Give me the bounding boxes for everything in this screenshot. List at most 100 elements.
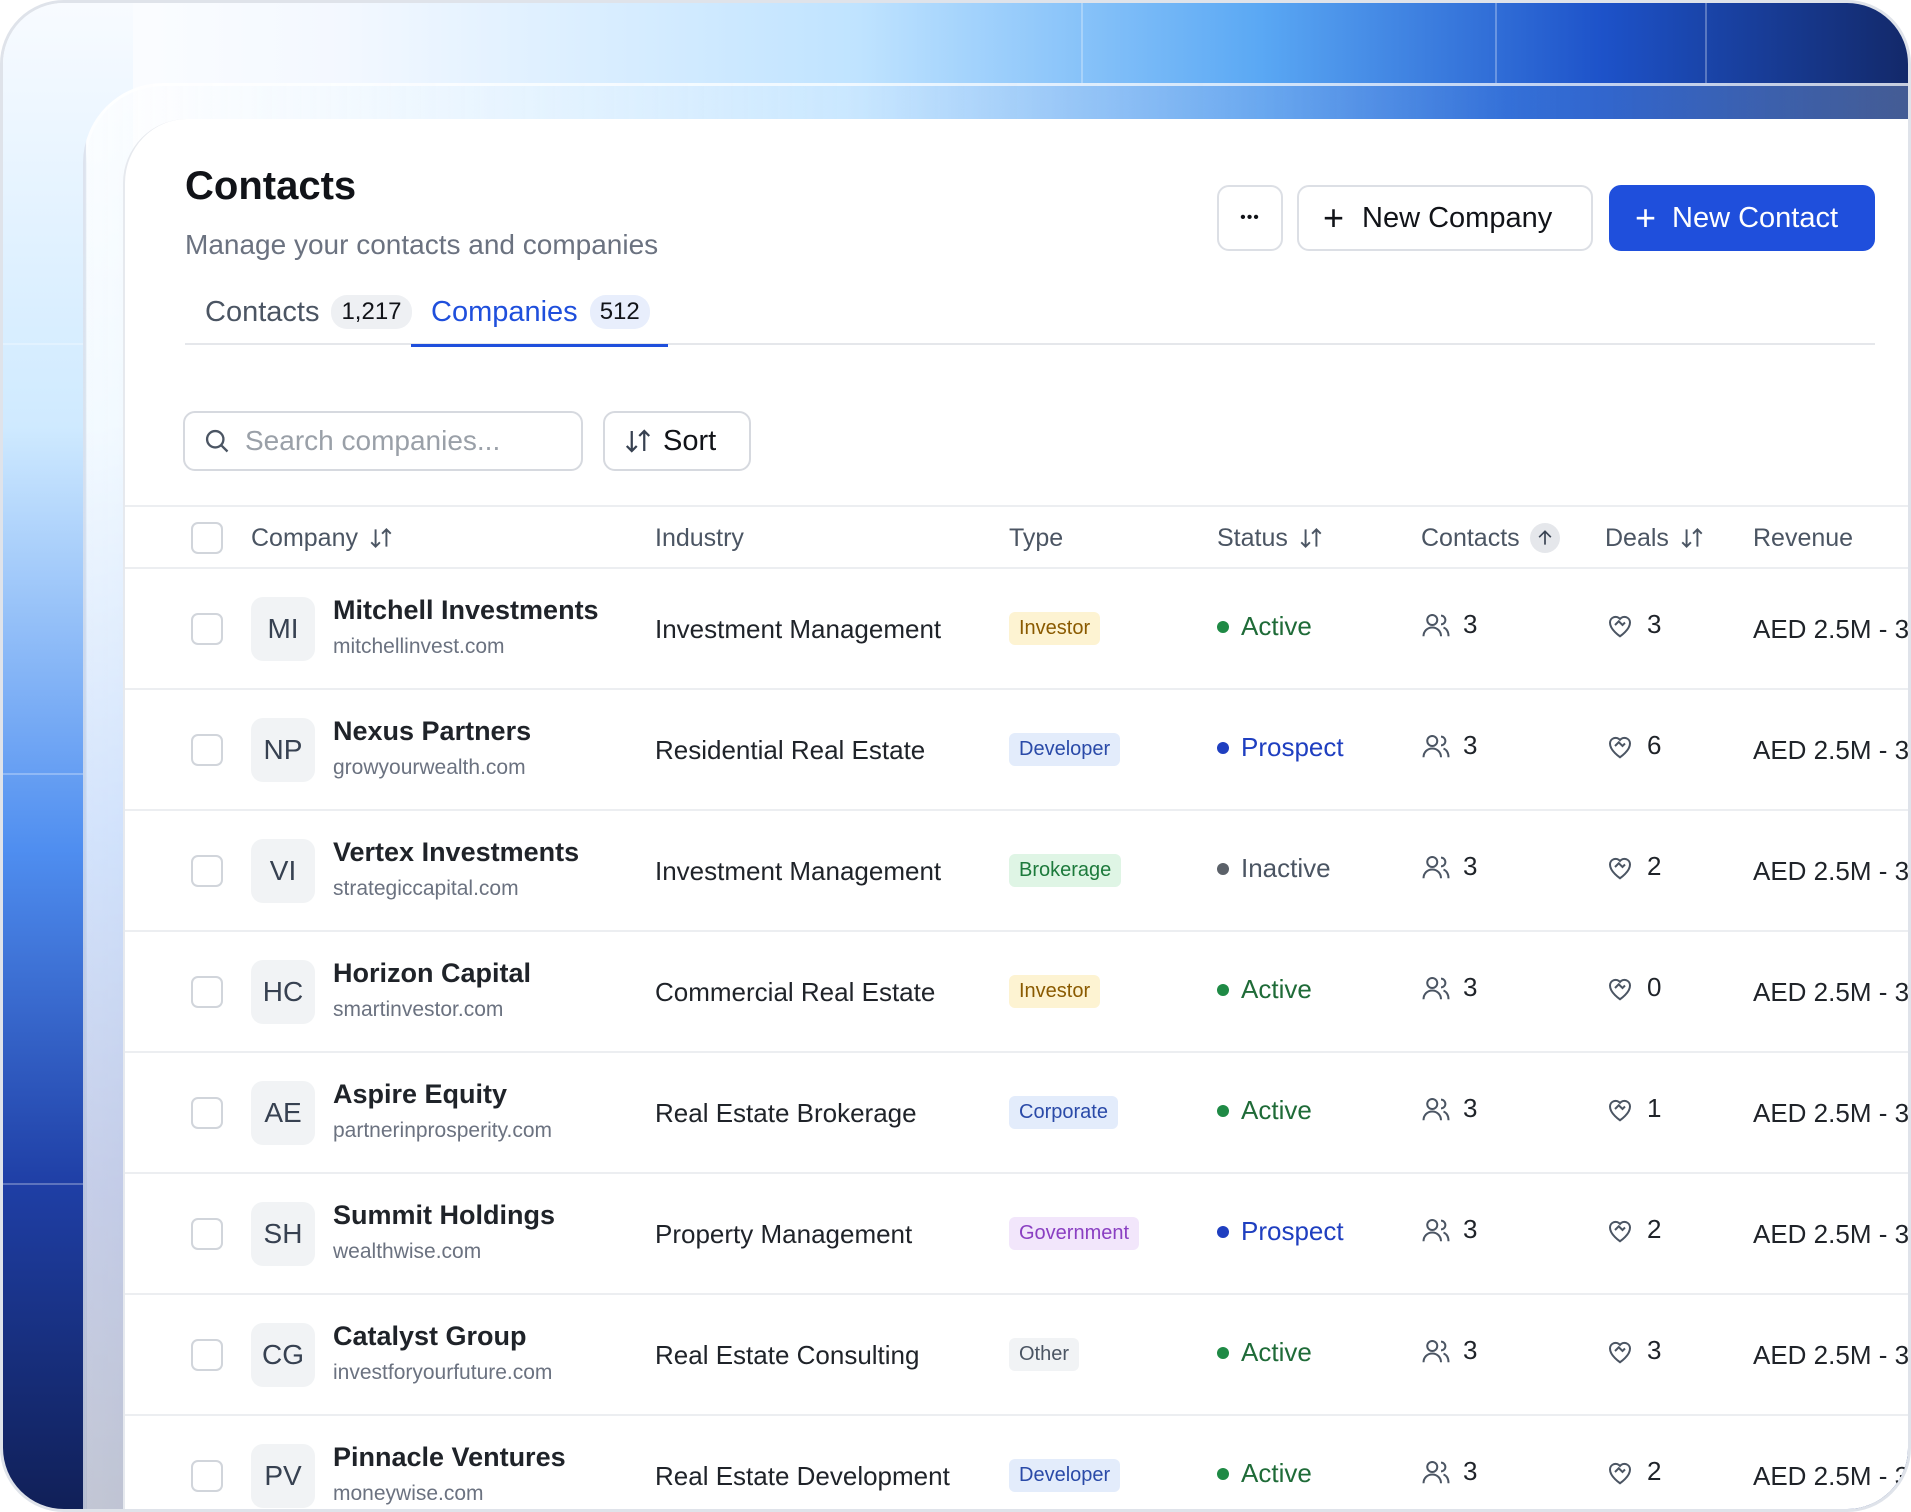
status-cell: Active [1217, 1458, 1312, 1489]
company-name[interactable]: Aspire Equity [333, 1079, 507, 1110]
search-box[interactable] [183, 411, 583, 471]
contacts-count: 3 [1421, 730, 1477, 761]
row-checkbox[interactable] [191, 1460, 223, 1492]
company-domain: smartinvestor.com [333, 998, 504, 1021]
table-row[interactable]: PV Pinnacle Ventures moneywise.com Real Est… [125, 1416, 1910, 1509]
table-row[interactable]: SH Summit Holdings wealthwise.com Property … [125, 1174, 1908, 1295]
column-revenue: Revenue [1753, 507, 1853, 569]
row-checkbox[interactable] [191, 1339, 223, 1371]
deals-count-value: 6 [1647, 730, 1662, 760]
people-icon [1422, 1097, 1450, 1120]
row-checkbox[interactable] [191, 1097, 223, 1129]
company-domain: partnerinprosperity.com [333, 1119, 553, 1142]
table-row[interactable]: MI Mitchell Investments mitchellinvest.com… [125, 569, 1908, 690]
handshake-heart-icon [1608, 1462, 1632, 1484]
company-avatar: NP [251, 718, 315, 782]
industry-cell: Investment Management [655, 856, 942, 886]
deals-count: 1 [1605, 1093, 1661, 1124]
company-name[interactable]: Mitchell Investments [333, 595, 599, 626]
more-icon: ••• [1240, 209, 1260, 226]
company-avatar: AE [251, 1081, 315, 1145]
status-cell: Active [1217, 1337, 1312, 1368]
tab-bar: Contacts 1,217 Companies 512 [185, 279, 1875, 347]
company-avatar: HC [251, 960, 315, 1024]
status-label: Inactive [1241, 853, 1331, 883]
people-icon [1422, 855, 1450, 878]
new-company-button[interactable]: + New Company [1297, 185, 1593, 251]
company-name[interactable]: Vertex Investments [333, 837, 579, 868]
industry-cell: Commercial Real Estate [655, 977, 936, 1007]
contacts-count-value: 3 [1463, 609, 1478, 639]
company-name[interactable]: Catalyst Group [333, 1321, 527, 1352]
contacts-count-value: 3 [1463, 1093, 1478, 1123]
sort-label: Sort [663, 424, 717, 457]
sort-button[interactable]: Sort [603, 411, 751, 471]
select-all-checkbox[interactable] [191, 522, 223, 554]
contacts-count-value: 3 [1463, 1335, 1478, 1365]
deals-count: 2 [1605, 851, 1661, 882]
company-name[interactable]: Pinnacle Ventures [333, 1442, 566, 1473]
status-dot [1217, 1104, 1229, 1117]
companies-table: Company Industry Type Status Contacts De… [125, 505, 1910, 1509]
table-row[interactable]: AE Aspire Equity partnerinprosperity.com Re… [125, 1053, 1908, 1174]
tab-companies[interactable]: Companies 512 [411, 279, 668, 347]
column-company[interactable]: Company [251, 507, 394, 569]
table-row[interactable]: HC Horizon Capital smartinvestor.com Commer… [125, 932, 1910, 1053]
row-checkbox[interactable] [191, 855, 223, 887]
status-label: Active [1241, 974, 1312, 1004]
revenue-cell: AED 2.5M - 3.5M [1753, 1461, 1910, 1491]
status-dot [1217, 741, 1229, 754]
revenue-cell: AED 2.5M - 3.5M [1753, 977, 1910, 1007]
column-deals[interactable]: Deals [1605, 507, 1705, 569]
deals-count: 3 [1605, 1335, 1661, 1366]
grid-line [1081, 3, 1083, 83]
sort-icon [625, 429, 651, 453]
more-options-button[interactable]: ••• [1217, 185, 1283, 251]
company-name[interactable]: Summit Holdings [333, 1200, 555, 1231]
contacts-count-value: 3 [1463, 1214, 1478, 1244]
new-contact-label: New Contact [1672, 201, 1839, 234]
column-contacts[interactable]: Contacts [1421, 507, 1560, 569]
status-dot [1217, 1346, 1229, 1359]
row-checkbox[interactable] [191, 1218, 223, 1250]
company-domain: growyourwealth.com [333, 756, 526, 779]
new-company-label: New Company [1362, 201, 1553, 234]
table-row[interactable]: VI Vertex Investments strategiccapital.com… [125, 811, 1910, 932]
column-label: Status [1217, 523, 1288, 552]
table-row[interactable]: CG Catalyst Group investforyourfuture.com R… [125, 1295, 1908, 1416]
type-badge: Investor [1009, 975, 1101, 1008]
count-badge: 512 [589, 295, 650, 329]
company-name[interactable]: Nexus Partners [333, 716, 531, 747]
type-badge: Corporate [1009, 1096, 1118, 1129]
table-row[interactable]: NP Nexus Partners growyourwealth.com Reside… [125, 690, 1908, 811]
row-checkbox[interactable] [191, 976, 223, 1008]
company-domain: strategiccapital.com [333, 877, 519, 900]
row-checkbox[interactable] [191, 734, 223, 766]
deals-count-value: 2 [1647, 1214, 1662, 1244]
row-checkbox[interactable] [191, 613, 223, 645]
handshake-heart-icon [1608, 1099, 1632, 1121]
industry-cell: Real Estate Consulting [655, 1340, 920, 1370]
company-domain: moneywise.com [333, 1482, 484, 1505]
people-icon [1422, 1218, 1450, 1241]
column-label: Company [251, 523, 358, 552]
new-contact-button[interactable]: + New Contact [1609, 185, 1875, 251]
status-cell: Active [1217, 1095, 1312, 1126]
deals-count: 0 [1605, 972, 1661, 1003]
company-name[interactable]: Horizon Capital [333, 958, 531, 989]
people-icon [1422, 976, 1450, 999]
type-badge: Other [1009, 1338, 1080, 1371]
revenue-cell: AED 2.5M - 3.5M [1753, 856, 1910, 886]
handshake-heart-icon [1608, 857, 1632, 879]
status-cell: Prospect [1217, 1216, 1344, 1247]
tab-contacts[interactable]: Contacts 1,217 [205, 279, 412, 345]
company-avatar: CG [251, 1323, 315, 1387]
company-domain: investforyourfuture.com [333, 1361, 553, 1384]
industry-cell: Residential Real Estate [655, 735, 926, 765]
search-input[interactable] [245, 425, 545, 457]
status-dot [1217, 983, 1229, 996]
column-status[interactable]: Status [1217, 507, 1324, 569]
contacts-count: 3 [1421, 609, 1477, 640]
people-icon [1422, 1339, 1450, 1362]
type-badge: Investor [1009, 612, 1101, 645]
